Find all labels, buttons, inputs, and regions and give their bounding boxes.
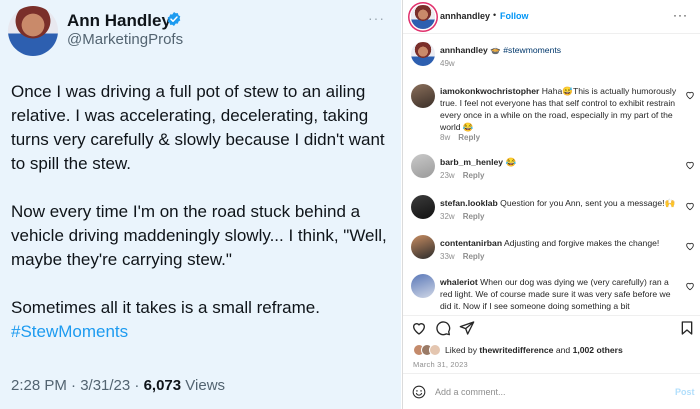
heart-icon[interactable] xyxy=(685,201,695,211)
heart-icon[interactable] xyxy=(411,320,427,336)
tweet-author-name[interactable]: Ann Handley xyxy=(67,11,171,31)
profile-username[interactable]: annhandley xyxy=(440,11,490,21)
reply-button[interactable]: Reply xyxy=(463,212,485,221)
tweet-timestamp[interactable]: 2:28 PM · 3/31/23 · xyxy=(11,377,144,394)
add-comment-input[interactable] xyxy=(435,383,655,401)
tweet-author-handle[interactable]: @MarketingProfs xyxy=(67,31,183,48)
comment-meta: 8w Reply xyxy=(440,133,480,142)
likes-prefix: Liked by xyxy=(445,345,480,355)
comment-text: stefan.looklab Question for you Ann, sen… xyxy=(440,197,678,209)
liker-username[interactable]: thewritedifference xyxy=(479,345,553,355)
separator-dot: • xyxy=(493,10,497,20)
comment-text: whaleriot When our dog was dying we (ver… xyxy=(440,276,678,312)
comment-username[interactable]: iamokonkwochristopher xyxy=(440,86,539,96)
comment-icon[interactable] xyxy=(435,320,451,336)
caption-emoji: 🍲 xyxy=(490,45,501,55)
reply-button[interactable]: Reply xyxy=(458,133,480,142)
comment-text: contentanirban Adjusting and forgive mak… xyxy=(440,237,678,249)
comment-meta: 23w Reply xyxy=(440,171,484,180)
comment-username[interactable]: contentanirban xyxy=(440,238,502,248)
post-actions-bar xyxy=(403,316,700,342)
tweet-views-label: Views xyxy=(181,377,226,394)
likes-count-link[interactable]: 1,002 others xyxy=(573,345,623,355)
comment-text: iamokonkwochristopher Haha😅This is actua… xyxy=(440,85,678,133)
commenter-avatar[interactable] xyxy=(411,274,435,298)
comments-list[interactable]: annhandley 🍲 #stewmoments 49w iamokonkwo… xyxy=(403,38,700,316)
comment-time: 32w xyxy=(440,212,455,221)
tweet-panel: Ann Handley @MarketingProfs ··· Once I w… xyxy=(0,0,401,409)
comment-time: 23w xyxy=(440,171,455,180)
comment-body: 😂 xyxy=(505,157,517,167)
instagram-panel: annhandley • Follow ··· annhandley 🍲 #st… xyxy=(402,0,700,409)
tweet-hashtag-link[interactable]: #StewMoments xyxy=(11,320,396,344)
commenter-avatar[interactable] xyxy=(411,154,435,178)
commenter-avatar[interactable] xyxy=(411,195,435,219)
comment-body: Adjusting and forgive makes the change! xyxy=(504,238,660,248)
profile-avatar[interactable] xyxy=(411,5,435,29)
tweet-paragraph: Now every time I'm on the road stuck beh… xyxy=(11,202,387,269)
comment-username[interactable]: whaleriot xyxy=(440,277,478,287)
caption-avatar[interactable] xyxy=(411,42,435,66)
heart-icon[interactable] xyxy=(685,160,695,170)
heart-icon[interactable] xyxy=(685,281,695,291)
tweet-body: Once I was driving a full pot of stew to… xyxy=(11,80,396,344)
emoji-icon[interactable] xyxy=(412,385,426,399)
caption-time: 49w xyxy=(440,59,455,68)
caption-hashtag-link[interactable]: #stewmoments xyxy=(503,45,561,55)
tweet-paragraph: Sometimes all it takes is a small refram… xyxy=(11,296,396,344)
add-comment-bar: Post xyxy=(403,373,700,409)
share-icon[interactable] xyxy=(459,320,475,336)
comment-meta: 33w Reply xyxy=(440,252,484,261)
tweet-avatar[interactable] xyxy=(8,6,58,56)
more-options-icon[interactable]: ··· xyxy=(368,10,385,26)
reply-button[interactable]: Reply xyxy=(463,171,485,180)
comment-username[interactable]: barb_m_henley xyxy=(440,157,503,167)
liker-avatar xyxy=(429,344,441,356)
post-comment-button[interactable]: Post xyxy=(675,387,695,397)
likers-avatars xyxy=(413,344,443,356)
comment-time: 33w xyxy=(440,252,455,261)
tweet-meta: 2:28 PM · 3/31/23 · 6,073 Views xyxy=(11,377,225,394)
reply-button[interactable]: Reply xyxy=(463,252,485,261)
comment-body: Question for you Ann, sent you a message… xyxy=(500,198,676,208)
header-divider xyxy=(403,33,700,34)
caption-text: annhandley 🍲 #stewmoments xyxy=(440,44,678,56)
heart-icon[interactable] xyxy=(685,241,695,251)
tweet-view-count: 6,073 xyxy=(143,377,182,394)
tweet-paragraph-text: Sometimes all it takes is a small refram… xyxy=(11,298,320,317)
commenter-avatar[interactable] xyxy=(411,84,435,108)
comment-text: barb_m_henley 😂 xyxy=(440,156,678,168)
caption-username[interactable]: annhandley xyxy=(440,45,488,55)
bookmark-icon[interactable] xyxy=(679,320,695,336)
comment-time: 8w xyxy=(440,133,451,142)
likes-and: and xyxy=(553,345,573,355)
heart-icon[interactable] xyxy=(685,90,695,100)
comment-username[interactable]: stefan.looklab xyxy=(440,198,498,208)
verified-badge-icon xyxy=(167,12,181,26)
comment-meta: 32w Reply xyxy=(440,212,484,221)
more-options-icon[interactable]: ··· xyxy=(673,8,688,22)
follow-button[interactable]: Follow xyxy=(500,11,529,21)
post-date[interactable]: March 31, 2023 xyxy=(413,360,468,369)
likes-summary: Liked by thewritedifference and 1,002 ot… xyxy=(445,345,623,355)
tweet-paragraph: Once I was driving a full pot of stew to… xyxy=(11,82,385,173)
commenter-avatar[interactable] xyxy=(411,235,435,259)
